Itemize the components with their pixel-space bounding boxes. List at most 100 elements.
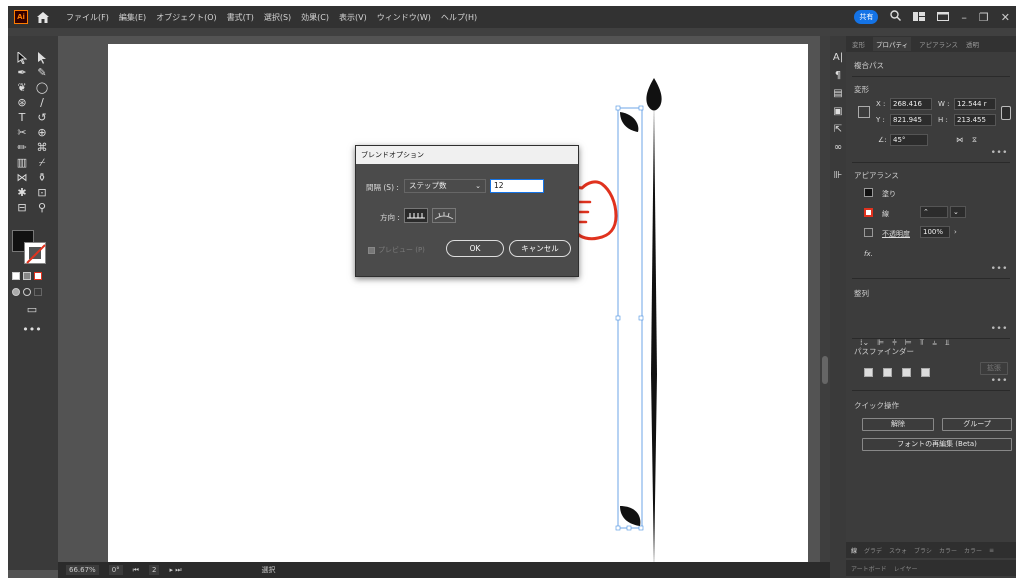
more-options-icon[interactable]: ••• xyxy=(991,264,1008,274)
more-options-icon[interactable]: ••• xyxy=(991,324,1008,334)
unite-icon[interactable] xyxy=(864,368,873,377)
tab-layers[interactable]: レイヤー xyxy=(894,564,918,573)
pencil-icon[interactable]: ✏ xyxy=(12,140,32,155)
menu-edit[interactable]: 編集(E) xyxy=(119,12,146,23)
opacity-field[interactable]: 100% xyxy=(920,226,950,238)
tab-appearance[interactable]: アピアランス xyxy=(919,39,958,49)
stroke-color-swatch[interactable] xyxy=(864,208,873,217)
tab-properties[interactable]: プロパティ xyxy=(873,37,912,51)
selection-tool-icon[interactable] xyxy=(12,50,32,65)
stroke-swatch[interactable] xyxy=(24,242,46,264)
stroke-weight-field[interactable]: ⌃ xyxy=(920,206,948,218)
tab-stroke[interactable]: 線 xyxy=(851,546,857,555)
shape-builder-icon[interactable]: ⊕ xyxy=(32,125,52,140)
menu-effect[interactable]: 効果(C) xyxy=(301,12,329,23)
paragraph-panel-icon[interactable]: ¶ xyxy=(830,66,846,84)
more-options-icon[interactable]: ••• xyxy=(991,376,1008,386)
libraries-panel-icon[interactable]: ▣ xyxy=(830,102,846,120)
menu-type[interactable]: 書式(T) xyxy=(227,12,254,23)
align-panel-icon[interactable]: ⊪ xyxy=(830,166,846,184)
close-icon[interactable]: ✕ xyxy=(1001,11,1010,24)
align-bottom-icon[interactable]: ⫫ xyxy=(945,338,950,348)
steps-input[interactable]: 12 xyxy=(490,179,544,193)
opacity-arrow-icon[interactable]: › xyxy=(954,228,957,236)
arrange-icon[interactable] xyxy=(937,11,950,24)
draw-inside-icon[interactable] xyxy=(34,288,42,296)
scroll-thumb[interactable] xyxy=(822,356,828,384)
color-mode-icon[interactable] xyxy=(12,272,20,280)
symbol-sprayer-icon[interactable]: ⊛ xyxy=(12,95,32,110)
angle-field[interactable]: 45° xyxy=(890,134,928,146)
curvature-tool-icon[interactable]: ✎ xyxy=(32,65,52,80)
constrain-proportions-icon[interactable] xyxy=(1001,106,1011,120)
flip-horizontal-icon[interactable]: ⋈ xyxy=(956,136,963,144)
menu-select[interactable]: 選択(S) xyxy=(264,12,291,23)
menu-view[interactable]: 表示(V) xyxy=(339,12,367,23)
artboard-number[interactable]: 2 xyxy=(148,565,160,575)
more-options-icon[interactable]: ••• xyxy=(991,148,1008,158)
menu-window[interactable]: ウィンドウ(W) xyxy=(377,12,431,23)
restore-icon[interactable]: ❐ xyxy=(979,11,989,24)
blend-tool-icon[interactable]: ⋈ xyxy=(12,170,32,185)
live-paint-icon[interactable]: ⚱ xyxy=(32,170,52,185)
home-icon[interactable] xyxy=(36,10,50,24)
slice-tool-icon[interactable]: ⊟ xyxy=(12,200,32,215)
ok-button[interactable]: OK xyxy=(446,240,504,257)
fill-stroke-swatches[interactable] xyxy=(12,230,48,266)
tab-artboards[interactable]: アートボード xyxy=(851,564,887,573)
opacity-label[interactable]: 不透明度 xyxy=(882,229,910,239)
blend-artwork[interactable] xyxy=(108,44,808,568)
eyedropper-icon[interactable]: ⌿ xyxy=(32,155,52,170)
fill-color-swatch[interactable] xyxy=(864,188,873,197)
minimize-icon[interactable]: – xyxy=(961,11,967,24)
rotate-tool-icon[interactable]: ↺ xyxy=(32,110,52,125)
artboard-first-icon[interactable]: ⏮ xyxy=(133,566,139,575)
draw-normal-icon[interactable] xyxy=(12,288,20,296)
scissors-icon[interactable]: ✂ xyxy=(12,125,32,140)
minus-front-icon[interactable] xyxy=(883,368,892,377)
cancel-button[interactable]: キャンセル xyxy=(509,240,571,257)
align-to-path-icon[interactable] xyxy=(432,208,456,223)
screen-mode-icon[interactable]: ▭ xyxy=(22,302,42,317)
gradient-mode-icon[interactable] xyxy=(23,272,31,280)
intersect-icon[interactable] xyxy=(902,368,911,377)
more-tools-icon[interactable]: ••• xyxy=(22,322,42,337)
rotation-value[interactable]: 0° xyxy=(108,565,123,575)
perspective-grid-icon[interactable]: ⌘ xyxy=(32,140,52,155)
draw-behind-icon[interactable] xyxy=(23,288,31,296)
zoom-level[interactable]: 66.67% xyxy=(66,565,99,575)
pen-tool-icon[interactable]: ✒ xyxy=(12,65,32,80)
font-rebuild-button[interactable]: フォントの再編集 (Beta) xyxy=(862,438,1012,451)
spacing-select[interactable]: ステップ数 ⌄ xyxy=(404,179,486,193)
tab-transparency[interactable]: 透明 xyxy=(966,39,979,49)
type-tool-icon[interactable]: T xyxy=(12,110,32,125)
ellipse-tool-icon[interactable]: ◯ xyxy=(32,80,52,95)
y-field[interactable]: 821.945 xyxy=(890,114,932,126)
artboard[interactable] xyxy=(108,44,808,568)
workspace-icon[interactable] xyxy=(913,11,926,24)
artboard-tool-icon[interactable]: ⊡ xyxy=(32,185,52,200)
tab-swatches[interactable]: スウォ xyxy=(889,546,907,555)
align-vcenter-icon[interactable]: ⫨ xyxy=(932,338,937,348)
canvas[interactable] xyxy=(58,36,820,568)
vertical-scrollbar[interactable] xyxy=(820,36,830,562)
zoom-tool-icon[interactable]: ⚲ xyxy=(32,200,52,215)
artboard-next-icon[interactable]: ▸ ⏭ xyxy=(169,566,181,575)
share-button[interactable]: 共有 xyxy=(854,10,879,24)
menu-object[interactable]: オブジェクト(O) xyxy=(156,12,217,23)
stroke-weight-dropdown[interactable]: ⌄ xyxy=(950,206,966,218)
none-mode-icon[interactable] xyxy=(34,272,42,280)
tab-color[interactable]: カラー xyxy=(939,546,957,555)
x-field[interactable]: 268.416 xyxy=(890,98,932,110)
links-panel-icon[interactable]: ∞ xyxy=(830,138,846,156)
exclude-icon[interactable] xyxy=(921,368,930,377)
expand-button[interactable]: 拡張 xyxy=(980,362,1008,375)
preview-checkbox[interactable]: プレビュー (P) xyxy=(368,245,425,255)
direct-selection-tool-icon[interactable] xyxy=(32,50,52,65)
tab-brushes[interactable]: ブラシ xyxy=(914,546,932,555)
character-panel-icon[interactable]: A| xyxy=(830,48,846,66)
align-to-page-icon[interactable] xyxy=(404,208,428,223)
menu-file[interactable]: ファイル(F) xyxy=(66,12,109,23)
paintbrush-icon[interactable]: ∕ xyxy=(32,95,52,110)
gradient-tool-icon[interactable]: ▥ xyxy=(12,155,32,170)
